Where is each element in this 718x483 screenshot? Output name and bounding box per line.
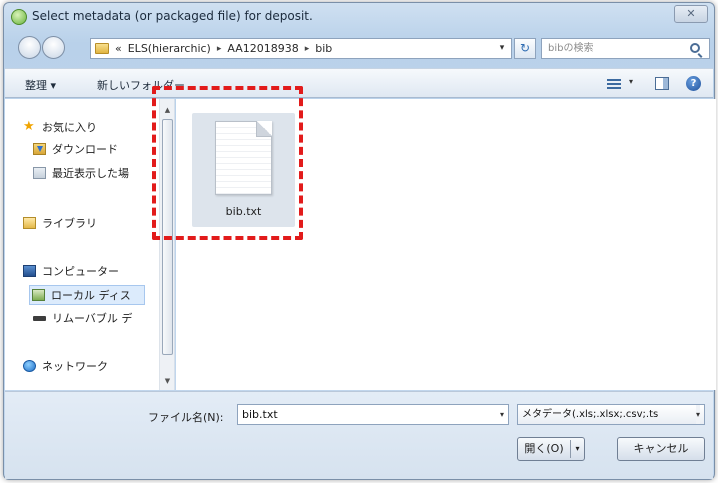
title-bar: Select metadata (or packaged file) for d… [4,3,714,31]
removable-drive-icon [33,315,46,321]
address-prefix: « [115,42,122,55]
breadcrumb-els-hierarchic[interactable]: ELS(hierarchic) [128,42,211,55]
recent-places-icon [33,167,46,179]
help-icon[interactable]: ? [686,76,701,91]
app-icon [11,9,27,25]
sidebar-item-removable-drive[interactable]: リムーバブル デ [33,310,132,326]
file-item-bib-txt[interactable]: bib.txt [192,113,295,227]
open-split-dropdown-icon[interactable]: ▾ [570,440,584,458]
folder-icon [95,43,109,54]
preview-pane-icon[interactable] [655,77,669,90]
navigation-scrollbar[interactable]: ▲ ▼ [159,99,174,390]
filename-label: ファイル名(N): [148,411,224,424]
sidebar-item-favorites[interactable]: ★ お気に入り [23,119,97,135]
breadcrumb-separator[interactable]: ▸ [305,44,310,54]
open-button-label: 開く(O) [524,442,564,455]
sidebar-item-label: ネットワーク [42,360,108,373]
text-file-icon [215,121,272,195]
star-icon: ★ [23,119,35,134]
new-folder-button[interactable]: 新しいフォルダー [97,77,185,93]
library-icon [23,217,36,229]
scroll-up-arrow-icon[interactable]: ▲ [160,103,175,117]
sidebar-item-label: 最近表示した場 [52,167,129,180]
sidebar-item-label: ライブラリ [42,217,97,230]
search-icon[interactable] [690,43,700,53]
scrollbar-thumb[interactable] [162,119,173,355]
file-open-dialog: Select metadata (or packaged file) for d… [3,2,716,480]
filename-input[interactable]: bib.txt ▾ [237,404,509,425]
file-name-label: bib.txt [225,205,262,218]
breadcrumb-aa12018938[interactable]: AA12018938 [227,42,298,55]
open-button[interactable]: 開く(O) ▾ [517,437,585,461]
local-disk-icon [32,289,45,301]
forward-button[interactable] [42,36,65,59]
network-icon [23,360,36,372]
filename-dropdown-icon[interactable]: ▾ [500,405,504,424]
view-options-icon[interactable] [607,79,621,89]
download-folder-icon [33,143,46,155]
search-input[interactable]: bibの検索 [541,38,710,59]
view-dropdown-button[interactable]: ▾ [629,77,633,86]
command-toolbar: 整理 ▾ 新しいフォルダー ▾ ? [5,68,713,98]
sidebar-item-label: ダウンロード [52,143,118,156]
sidebar-item-label: お気に入り [42,121,97,134]
sidebar-item-network[interactable]: ネットワーク [23,358,108,374]
organize-button[interactable]: 整理 ▾ [25,77,56,93]
computer-icon [23,265,36,277]
file-type-value: メタデータ(.xls;.xlsx;.csv;.ts [522,409,659,420]
back-button[interactable] [18,36,41,59]
address-dropdown-button[interactable]: ▾ [495,39,509,58]
sidebar-item-label: リムーバブル デ [52,312,133,325]
refresh-button[interactable]: ↻ [514,38,536,59]
file-type-dropdown-icon[interactable]: ▾ [695,405,700,424]
sidebar-item-label: コンピューター [42,265,119,278]
dialog-footer: ファイル名(N): bib.txt ▾ メタデータ(.xls;.xlsx;.cs… [5,391,713,479]
sidebar-item-recent-places[interactable]: 最近表示した場 [33,165,129,181]
breadcrumb-bib[interactable]: bib [315,42,332,55]
navigation-bar: « ELS(hierarchic) ▸ AA12018938 ▸ bib ▾ ↻… [4,33,714,63]
sidebar-item-label: ローカル ディス [51,289,131,302]
page-fold [256,121,272,137]
file-list-pane: bib.txt [176,99,716,390]
sidebar-item-libraries[interactable]: ライブラリ [23,215,97,231]
scroll-down-arrow-icon[interactable]: ▼ [160,374,175,388]
breadcrumb-separator[interactable]: ▸ [217,44,222,54]
file-type-select[interactable]: メタデータ(.xls;.xlsx;.csv;.ts ▾ [517,404,705,425]
sidebar-item-local-disk[interactable]: ローカル ディス [29,285,145,305]
close-button[interactable]: ✕ [674,5,708,23]
navigation-pane: ★ お気に入り ダウンロード 最近表示した場 ライブラリ コンピューター ローカ… [5,99,175,390]
sidebar-item-downloads[interactable]: ダウンロード [33,141,118,157]
sidebar-item-computer[interactable]: コンピューター [23,263,119,279]
window-title: Select metadata (or packaged file) for d… [32,9,313,23]
cancel-button[interactable]: キャンセル [617,437,705,461]
address-bar[interactable]: « ELS(hierarchic) ▸ AA12018938 ▸ bib [90,38,512,59]
filename-value: bib.txt [242,408,278,421]
